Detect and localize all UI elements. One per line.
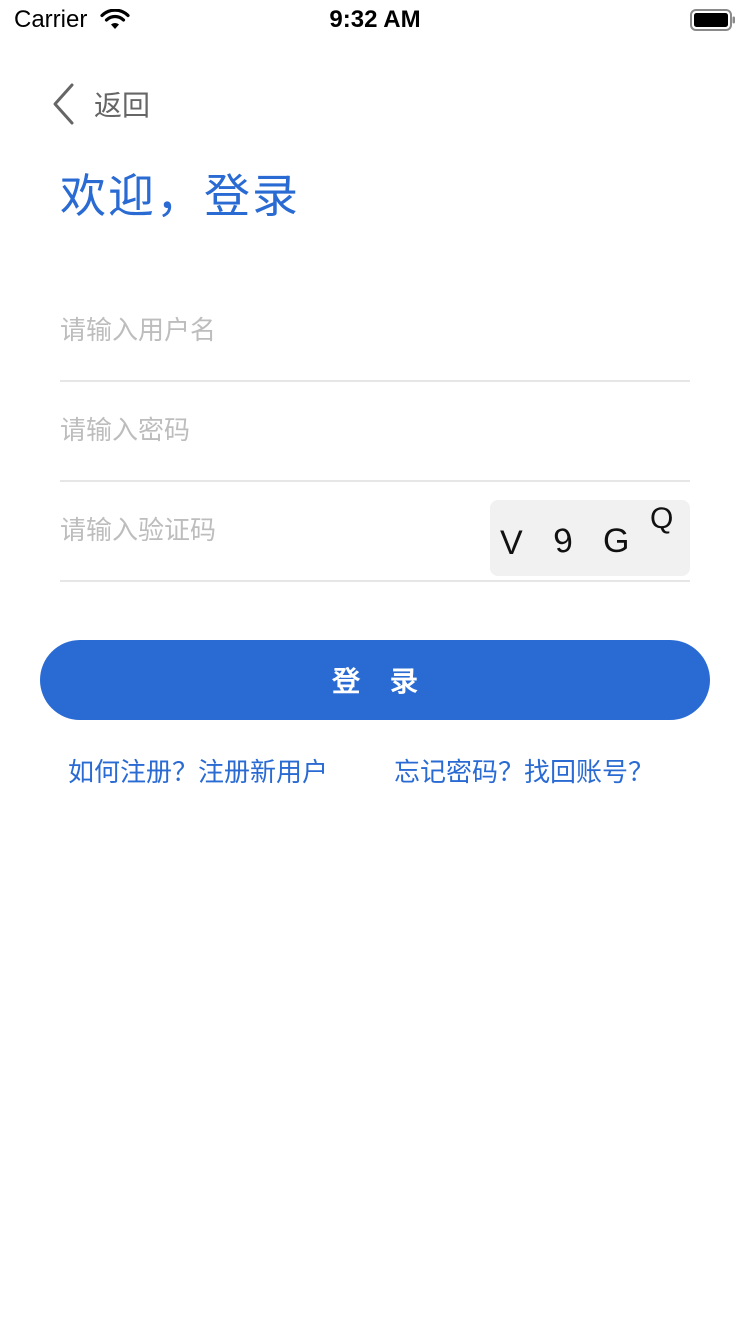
captcha-char: 9	[551, 520, 576, 562]
register-link[interactable]: 如何注册？注册新用户	[68, 752, 328, 789]
page-title: 欢迎，登录	[60, 169, 300, 223]
username-input[interactable]	[60, 282, 690, 380]
captcha-image[interactable]: V 9 G Q	[490, 500, 690, 576]
battery-icon	[690, 9, 735, 31]
username-field-row	[60, 282, 690, 382]
password-input[interactable]	[60, 382, 690, 480]
password-field-row	[60, 382, 690, 482]
forgot-password-link[interactable]: 忘记密码？找回账号？	[394, 752, 654, 789]
login-button[interactable]: 登 录	[40, 640, 710, 720]
captcha-char: G	[603, 522, 630, 560]
captcha-input[interactable]	[60, 482, 470, 580]
status-bar: Carrier 9:32 AM	[0, 0, 750, 40]
captcha-field-row: V 9 G Q	[60, 482, 690, 582]
back-button[interactable]: 返回	[50, 82, 150, 126]
chevron-left-icon	[53, 83, 74, 125]
captcha-char: Q	[650, 502, 674, 535]
status-time: 9:32 AM	[329, 6, 421, 33]
back-label: 返回	[94, 89, 151, 122]
captcha-char: V	[500, 524, 523, 562]
